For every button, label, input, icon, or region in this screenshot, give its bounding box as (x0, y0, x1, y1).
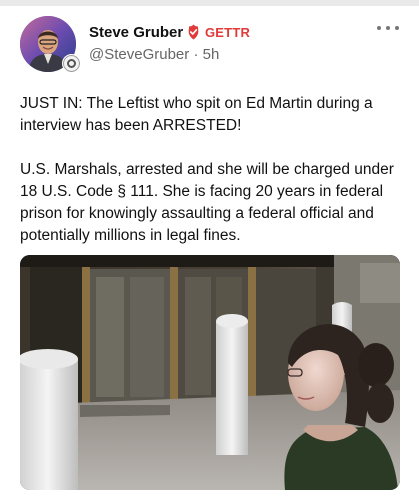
post-body: JUST IN: The Leftist who spit on Ed Mart… (20, 93, 400, 247)
post-time[interactable]: 5h (203, 46, 220, 63)
more-options-icon[interactable] (377, 23, 399, 33)
verified-badge-icon (188, 24, 199, 40)
author-handle[interactable]: @SteveGruber (89, 46, 189, 63)
avatar-status-icon (62, 54, 81, 73)
handle-line: @SteveGruber · 5h (89, 46, 219, 63)
platform-label: GETTR (205, 25, 251, 40)
post-image[interactable] (20, 255, 400, 490)
author-name[interactable]: Steve Gruber (89, 24, 183, 41)
separator-dot: · (193, 46, 199, 63)
post-paragraph-2: U.S. Marshals, arrested and she will be … (20, 161, 394, 244)
post-paragraph-1: JUST IN: The Leftist who spit on Ed Mart… (20, 95, 373, 134)
top-divider (0, 0, 419, 6)
